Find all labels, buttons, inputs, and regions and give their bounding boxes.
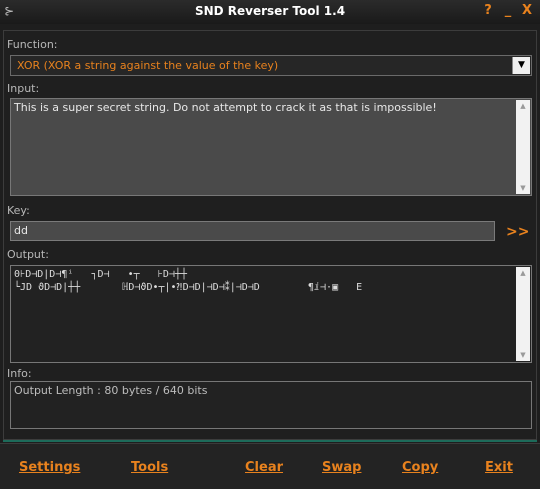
minimize-button[interactable]: _ bbox=[500, 3, 516, 19]
process-button[interactable]: >> bbox=[506, 224, 529, 240]
settings-button[interactable]: Settings bbox=[19, 460, 80, 475]
clear-button[interactable]: Clear bbox=[245, 460, 283, 475]
function-select[interactable]: XOR (XOR a string against the value of t… bbox=[10, 55, 532, 76]
dropdown-arrow-icon[interactable]: ▼ bbox=[512, 57, 530, 74]
output-textarea[interactable]: 0⊦D⊣D|D⊣¶ⁱ ┐D⊣ •┬ ⊦D⊣┼┼ └JD ϑD⊣D|┼┼ ℍD⊣ϑ… bbox=[10, 265, 532, 363]
key-label: Key: bbox=[7, 204, 30, 217]
function-selected-value: XOR (XOR a string against the value of t… bbox=[17, 59, 279, 72]
swap-button[interactable]: Swap bbox=[322, 460, 361, 475]
close-button[interactable]: X bbox=[519, 3, 535, 19]
key-value: dd bbox=[14, 224, 28, 237]
output-scrollbar[interactable]: ▲ ▼ bbox=[516, 267, 530, 361]
scroll-down-icon[interactable]: ▼ bbox=[516, 182, 530, 194]
help-button[interactable]: ? bbox=[480, 3, 496, 19]
info-text: Output Length : 80 bytes / 640 bits bbox=[14, 384, 208, 397]
scroll-up-icon[interactable]: ▲ bbox=[516, 267, 530, 279]
function-label: Function: bbox=[7, 38, 58, 51]
input-label: Input: bbox=[7, 82, 40, 95]
input-scrollbar[interactable]: ▲ ▼ bbox=[516, 100, 530, 194]
scroll-up-icon[interactable]: ▲ bbox=[516, 100, 530, 112]
bottom-toolbar: Settings Tools Clear Swap Copy Exit bbox=[0, 443, 540, 489]
output-line: 0⊦D⊣D|D⊣¶ⁱ ┐D⊣ •┬ ⊦D⊣┼┼ bbox=[14, 269, 187, 280]
output-line: └JD ϑD⊣D|┼┼ ℍD⊣ϑD•┬|•⁈D⊣D|⊣D⊣⁑|⊣D⊣D ¶ⅈ⊣·… bbox=[14, 282, 363, 293]
title-bar: ⊱ SND Reverser Tool 1.4 ? _ X bbox=[0, 0, 540, 24]
copy-button[interactable]: Copy bbox=[402, 460, 438, 475]
tools-button[interactable]: Tools bbox=[131, 460, 168, 475]
scroll-down-icon[interactable]: ▼ bbox=[516, 349, 530, 361]
info-box: Output Length : 80 bytes / 640 bits bbox=[10, 381, 532, 429]
key-input[interactable]: dd bbox=[10, 221, 495, 241]
input-text: This is a super secret string. Do not at… bbox=[14, 101, 437, 114]
input-textarea[interactable]: This is a super secret string. Do not at… bbox=[10, 98, 532, 196]
window-title: SND Reverser Tool 1.4 bbox=[194, 4, 346, 18]
output-text: 0⊦D⊣D|D⊣¶ⁱ ┐D⊣ •┬ ⊦D⊣┼┼ └JD ϑD⊣D|┼┼ ℍD⊣ϑ… bbox=[14, 268, 513, 294]
exit-button[interactable]: Exit bbox=[485, 460, 513, 475]
output-label: Output: bbox=[7, 248, 49, 261]
info-label: Info: bbox=[7, 367, 32, 380]
